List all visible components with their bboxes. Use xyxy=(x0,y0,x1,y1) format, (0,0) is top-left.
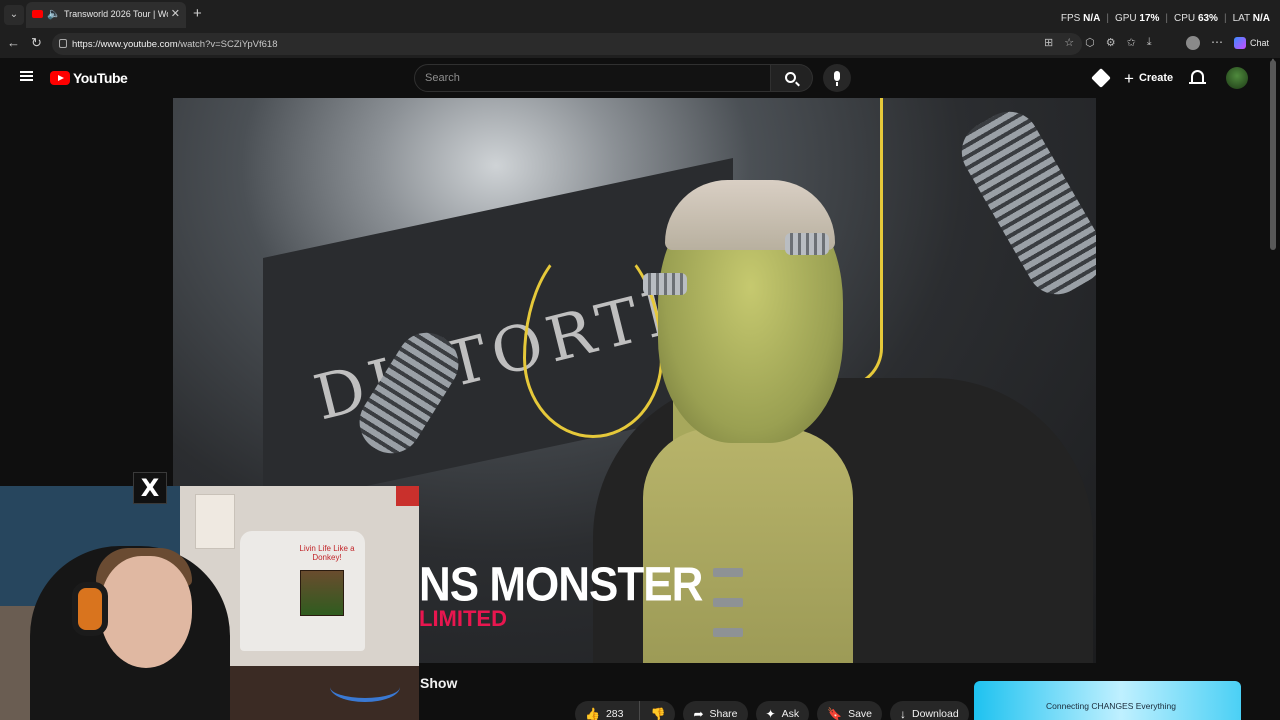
speaker-icon[interactable]: 🔈 xyxy=(47,7,61,20)
thumbs-up-icon: 👍 xyxy=(585,707,600,720)
copilot-icon xyxy=(1234,37,1246,49)
extension-icon[interactable]: ⚙ xyxy=(1106,36,1116,49)
site-info-icon[interactable] xyxy=(59,39,67,48)
voice-search-mic-icon[interactable] xyxy=(823,64,851,92)
tshirt-text: Livin Life Like a Donkey! xyxy=(299,544,355,562)
page-scrollbar[interactable] xyxy=(1270,60,1276,250)
share-arrow-icon: ➦ xyxy=(693,707,704,720)
right-tesla-coil xyxy=(950,100,1096,306)
tab-title: Transworld 2026 Tour | World xyxy=(64,9,168,19)
tshirt-print xyxy=(300,570,344,616)
webcam-red-sign xyxy=(396,486,419,506)
hamburger-menu-icon[interactable] xyxy=(20,71,33,81)
bookmark-icon: 🔖 xyxy=(827,707,843,720)
tab-list-chevron-icon[interactable]: ⌄ xyxy=(4,5,24,25)
cast-icon[interactable] xyxy=(1091,68,1111,88)
create-button[interactable]: + Create xyxy=(1118,65,1179,91)
copilot-chat-button[interactable]: Chat xyxy=(1234,37,1269,49)
search-box xyxy=(414,64,771,92)
ask-button[interactable]: ✦ Ask xyxy=(755,701,810,720)
sparkle-icon: ✦ xyxy=(765,707,776,720)
streamer-webcam: Livin Life Like a Donkey! xyxy=(0,486,419,720)
url-field[interactable]: https://www.youtube.com/watch?v=SCZiYpVf… xyxy=(52,33,1082,55)
download-arrow-icon: ↓ xyxy=(900,707,906,720)
latency-stat: LAT N/A xyxy=(1232,13,1270,24)
chest-staple xyxy=(713,628,743,637)
chest-staple xyxy=(713,598,743,607)
search-button[interactable] xyxy=(771,64,813,92)
webcam-poster xyxy=(195,494,235,549)
video-action-bar: 👍283 👎 ➦Share ✦Ask 🔖Save ↓Download ⋯ xyxy=(575,701,1003,720)
youtube-favicon-icon xyxy=(32,10,43,18)
apps-grid-icon[interactable]: ⊞ xyxy=(1044,36,1053,49)
x-logo-icon: X xyxy=(133,472,167,504)
streamer-face xyxy=(100,556,192,668)
browser-tab[interactable]: 🔈 Transworld 2026 Tour | World ✕ xyxy=(26,2,186,28)
extensions-icon[interactable]: ⬡ xyxy=(1085,36,1095,49)
youtube-header: YouTube +Create xyxy=(0,58,1280,98)
video-title-fragment: Show xyxy=(420,675,458,691)
ad-banner-text: Connecting CHANGES Everything xyxy=(1046,701,1176,711)
like-dislike-group: 👍 283 👎 xyxy=(575,701,676,720)
profile-avatar-icon[interactable] xyxy=(1186,36,1200,50)
thumbs-down-icon: 👎 xyxy=(650,707,666,720)
video-overlay-subtitle: LIMITED xyxy=(419,606,507,631)
youtube-logo[interactable]: YouTube xyxy=(50,70,128,86)
chest-staple xyxy=(713,568,743,577)
headset-icon xyxy=(72,582,108,636)
browser-address-bar: ← ↻ https://www.youtube.com/watch?v=SCZi… xyxy=(0,30,1280,58)
save-button[interactable]: 🔖 Save xyxy=(817,701,882,720)
favorites-icon[interactable]: ✩ xyxy=(1127,36,1136,49)
gpu-stat: GPU 17% xyxy=(1114,13,1160,24)
dislike-button[interactable]: 👎 xyxy=(639,701,675,720)
desk-light xyxy=(330,672,400,702)
notifications-bell-icon[interactable] xyxy=(1189,70,1206,84)
close-tab-icon[interactable]: ✕ xyxy=(171,7,180,20)
toolbar-icons: ⊞ ☆ ⬡ ⚙ ✩ ⤓ xyxy=(1044,36,1152,49)
search-icon xyxy=(785,72,796,83)
cpu-stat: CPU 63% xyxy=(1174,13,1218,24)
reload-icon[interactable]: ↻ xyxy=(31,36,42,50)
account-avatar[interactable] xyxy=(1226,67,1248,89)
neck-bolt xyxy=(785,233,829,255)
back-arrow-icon[interactable]: ← xyxy=(7,36,20,50)
bookmark-star-icon[interactable]: ☆ xyxy=(1064,36,1074,49)
video-overlay-title: NS MONSTER xyxy=(419,557,703,612)
youtube-play-icon xyxy=(50,71,70,85)
neck-bolt xyxy=(643,273,687,295)
search-input[interactable] xyxy=(425,72,725,84)
monster-chest xyxy=(643,428,853,663)
like-button[interactable]: 👍 283 xyxy=(575,701,633,720)
download-button[interactable]: ↓ Download xyxy=(890,701,969,720)
new-tab-button[interactable]: + xyxy=(193,6,202,21)
browser-menu-icon[interactable]: ⋯ xyxy=(1211,35,1223,49)
share-button[interactable]: ➦ Share xyxy=(683,701,748,720)
downloads-icon[interactable]: ⤓ xyxy=(1147,36,1152,49)
plus-icon: + xyxy=(1124,68,1134,88)
url-text: https://www.youtube.com/watch?v=SCZiYpVf… xyxy=(72,39,278,50)
performance-overlay: FPS N/A | GPU 17% | CPU 63% | LAT N/A xyxy=(1060,13,1270,24)
browser-tab-bar: ⌄ 🔈 Transworld 2026 Tour | World ✕ + FPS… xyxy=(0,0,1280,30)
fps-stat: FPS N/A xyxy=(1060,13,1101,24)
